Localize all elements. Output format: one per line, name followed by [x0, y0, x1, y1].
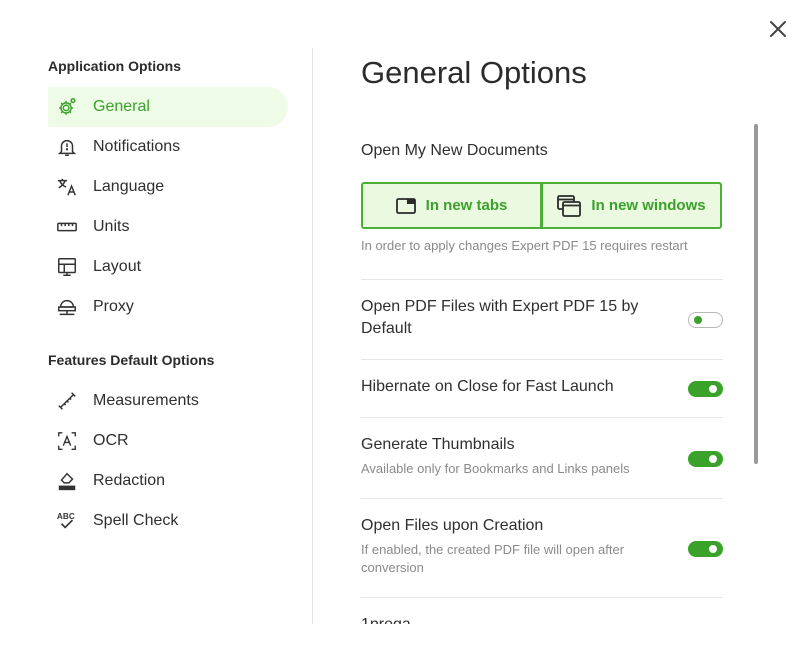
sidebar-item-notifications[interactable]: Notifications — [48, 127, 288, 167]
sidebar-item-units[interactable]: Units — [48, 207, 288, 247]
sidebar-item-language[interactable]: Language — [48, 167, 288, 207]
translate-icon — [55, 175, 79, 199]
setting-open-on-creation-subtitle-line1: If enabled, the created PDF file will op… — [361, 542, 625, 557]
toggle-knob — [709, 385, 717, 393]
settings-scrollbar[interactable] — [754, 124, 758, 464]
divider — [361, 279, 723, 280]
setting-open-on-creation-subtitle: If enabled, the created PDF file will op… — [361, 541, 624, 577]
setting-open-on-creation-title: Open Files upon Creation — [361, 517, 544, 534]
sidebar-item-layout[interactable]: Layout — [48, 247, 288, 287]
sidebar-item-label: Units — [93, 218, 130, 235]
page-title: General Options — [361, 55, 587, 90]
setting-thumbnails-subtitle: Available only for Bookmarks and Links p… — [361, 461, 630, 476]
setting-hibernate-title: Hibernate on Close for Fast Launch — [361, 378, 614, 395]
sidebar-item-label: Notifications — [93, 138, 181, 155]
setting-open-pdf-default-line2: Default — [361, 320, 412, 337]
sidebar-item-label: Language — [93, 178, 165, 195]
sidebar-item-ocr[interactable]: OCR — [48, 421, 288, 461]
ocr-icon — [55, 429, 79, 453]
restart-hint: In order to apply changes Expert PDF 15 … — [361, 238, 688, 253]
section-title-features-default-options: Features Default Options — [48, 352, 215, 368]
sidebar-item-label: Layout — [93, 258, 142, 275]
layout-icon — [55, 255, 79, 279]
sidebar-item-label: Spell Check — [93, 512, 179, 529]
sidebar-item-general[interactable]: General — [48, 87, 288, 127]
toggle-knob — [709, 545, 717, 553]
in-new-tabs-label: In new tabs — [425, 197, 508, 214]
setting-open-pdf-default-title: Open PDF Files with Expert PDF 15 by Def… — [361, 296, 638, 340]
divider — [361, 597, 723, 598]
sidebar-item-label: Proxy — [93, 298, 134, 315]
ruler-icon — [55, 215, 79, 239]
main-panel: General Options Open My New Documents In… — [313, 0, 806, 624]
sidebar-item-redaction[interactable]: Redaction — [48, 461, 288, 501]
sidebar-item-measurements[interactable]: Measurements — [48, 381, 288, 421]
hibernate-toggle[interactable] — [688, 381, 723, 397]
sidebar: Application Options General Notification… — [0, 0, 312, 624]
setting-open-pdf-default-line1: Open PDF Files with Expert PDF 15 by — [361, 298, 639, 315]
sidebar-item-spell-check[interactable]: ABC Spell Check — [48, 501, 288, 541]
divider — [361, 359, 723, 360]
in-new-windows-label: In new windows — [591, 197, 706, 214]
open-documents-label: Open My New Documents — [361, 142, 548, 159]
thumbnails-toggle[interactable] — [688, 451, 723, 467]
divider — [361, 417, 723, 418]
sidebar-item-label: Measurements — [93, 392, 199, 409]
divider — [361, 498, 723, 499]
in-new-windows-button[interactable]: In new windows — [541, 182, 722, 229]
setting-partial-title: 1prega — [361, 614, 411, 624]
tab-icon — [395, 197, 416, 214]
toggle-knob — [709, 455, 717, 463]
measure-icon — [55, 389, 79, 413]
open-documents-segmented-control: In new tabs In new windows — [361, 182, 723, 229]
sidebar-item-label: Redaction — [93, 472, 166, 489]
toggle-knob — [694, 316, 702, 324]
sidebar-item-label: OCR — [93, 432, 129, 449]
open-on-creation-toggle[interactable] — [688, 541, 723, 557]
network-icon — [55, 295, 79, 319]
sidebar-item-proxy[interactable]: Proxy — [48, 287, 288, 327]
in-new-tabs-button[interactable]: In new tabs — [361, 182, 542, 229]
section-title-application-options: Application Options — [48, 58, 181, 74]
bell-icon — [55, 135, 79, 159]
setting-open-on-creation-subtitle-line2: conversion — [361, 560, 424, 575]
sidebar-item-label: General — [93, 98, 150, 115]
eraser-icon — [55, 469, 79, 493]
open-pdf-default-toggle[interactable] — [688, 312, 723, 328]
windows-icon — [557, 194, 582, 217]
spellcheck-icon: ABC — [55, 509, 79, 533]
setting-thumbnails-title: Generate Thumbnails — [361, 436, 515, 453]
gear-icon — [55, 95, 79, 119]
